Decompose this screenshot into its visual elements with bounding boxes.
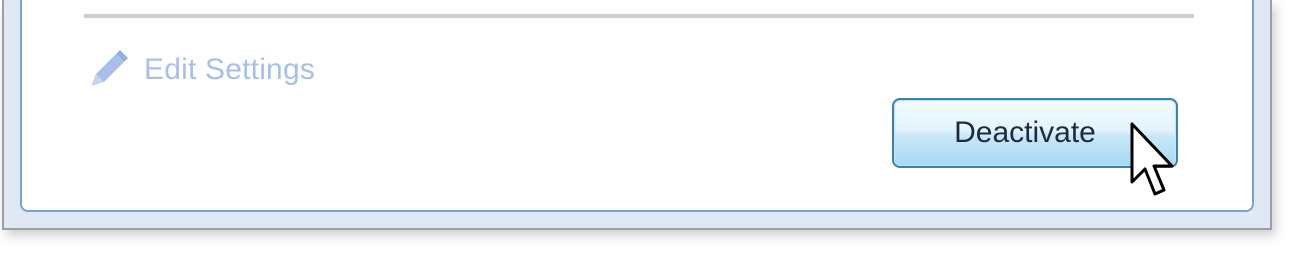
window-frame: Edit Settings Deactivate: [2, 0, 1272, 230]
screenshot-canvas: Edit Settings Deactivate: [0, 0, 1308, 264]
edit-settings-link[interactable]: Edit Settings: [86, 48, 315, 92]
settings-panel: Edit Settings Deactivate: [20, 0, 1254, 212]
edit-settings-label: Edit Settings: [144, 53, 316, 86]
divider: [84, 14, 1194, 18]
deactivate-button-label: Deactivate: [954, 116, 1096, 149]
pencil-icon: [86, 50, 132, 90]
arrow-cursor-icon: [1128, 122, 1176, 200]
